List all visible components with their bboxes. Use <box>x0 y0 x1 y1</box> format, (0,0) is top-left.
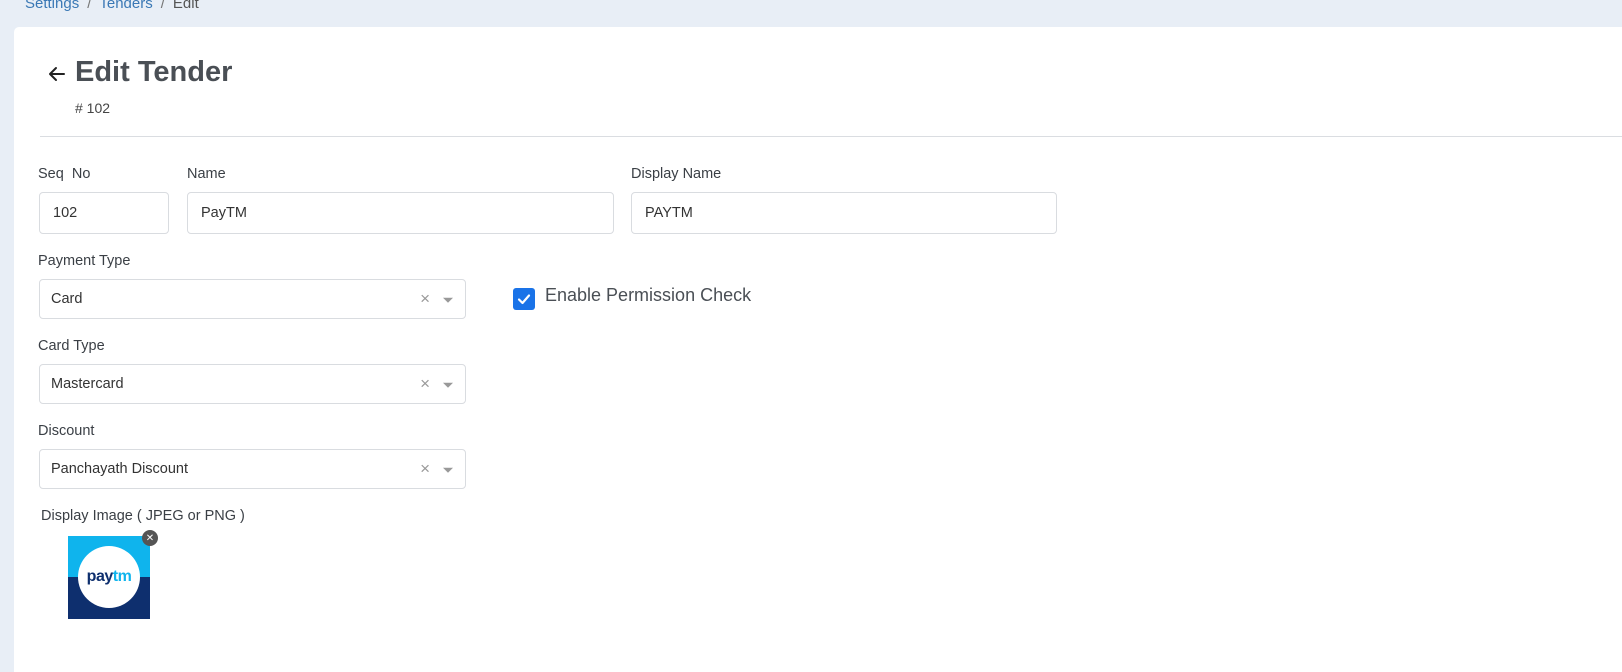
discount-label: Discount <box>38 423 95 439</box>
close-icon[interactable]: × <box>420 374 430 394</box>
display-name-label: Display Name <box>631 166 722 182</box>
card-type-value: Mastercard <box>51 376 124 392</box>
remove-image-button[interactable]: ✕ <box>142 530 158 546</box>
logo-text-tm: tm <box>112 568 132 585</box>
close-icon[interactable]: × <box>420 459 430 479</box>
seq-no-label: Seq No <box>38 166 91 182</box>
breadcrumb-separator: / <box>160 0 165 12</box>
close-icon: ✕ <box>145 532 155 544</box>
paytm-logo: pay tm <box>78 546 140 608</box>
payment-type-label: Payment Type <box>38 253 131 269</box>
name-label: Name <box>187 166 226 182</box>
main-card <box>14 27 1622 672</box>
breadcrumb: Settings / Tenders / Edit <box>25 0 199 12</box>
breadcrumb-current: Edit <box>172 0 199 12</box>
divider <box>40 136 1622 137</box>
permission-check-label: Enable Permission Check <box>545 285 752 305</box>
arrow-left-icon <box>49 67 65 81</box>
checkmark-icon <box>517 294 531 305</box>
discount-value: Panchayath Discount <box>51 461 189 477</box>
page-subtitle: # 102 <box>75 100 111 116</box>
display-image-label: Display Image ( JPEG or PNG ) <box>41 508 245 524</box>
caret-down-icon[interactable] <box>443 467 453 473</box>
name-input[interactable]: PayTM <box>187 192 614 234</box>
breadcrumb-tenders[interactable]: Tenders <box>99 0 152 12</box>
breadcrumb-separator: / <box>87 0 92 12</box>
payment-type-value: Card <box>51 291 83 307</box>
back-button[interactable] <box>47 64 67 84</box>
card-type-select[interactable]: Mastercard × <box>39 364 466 404</box>
display-image-preview: pay tm <box>68 536 150 619</box>
logo-text-pay: pay <box>86 568 114 585</box>
card-type-label: Card Type <box>38 338 105 354</box>
page-title: Edit Tender <box>75 56 233 88</box>
close-icon[interactable]: × <box>420 289 430 309</box>
breadcrumb-settings[interactable]: Settings <box>25 0 79 12</box>
seq-no-input[interactable]: 102 <box>39 192 169 234</box>
discount-select[interactable]: Panchayath Discount × <box>39 449 466 489</box>
caret-down-icon[interactable] <box>443 297 453 303</box>
permission-checkbox[interactable] <box>513 288 535 310</box>
display-name-input[interactable]: PAYTM <box>631 192 1057 234</box>
payment-type-select[interactable]: Card × <box>39 279 466 319</box>
caret-down-icon[interactable] <box>443 382 453 388</box>
